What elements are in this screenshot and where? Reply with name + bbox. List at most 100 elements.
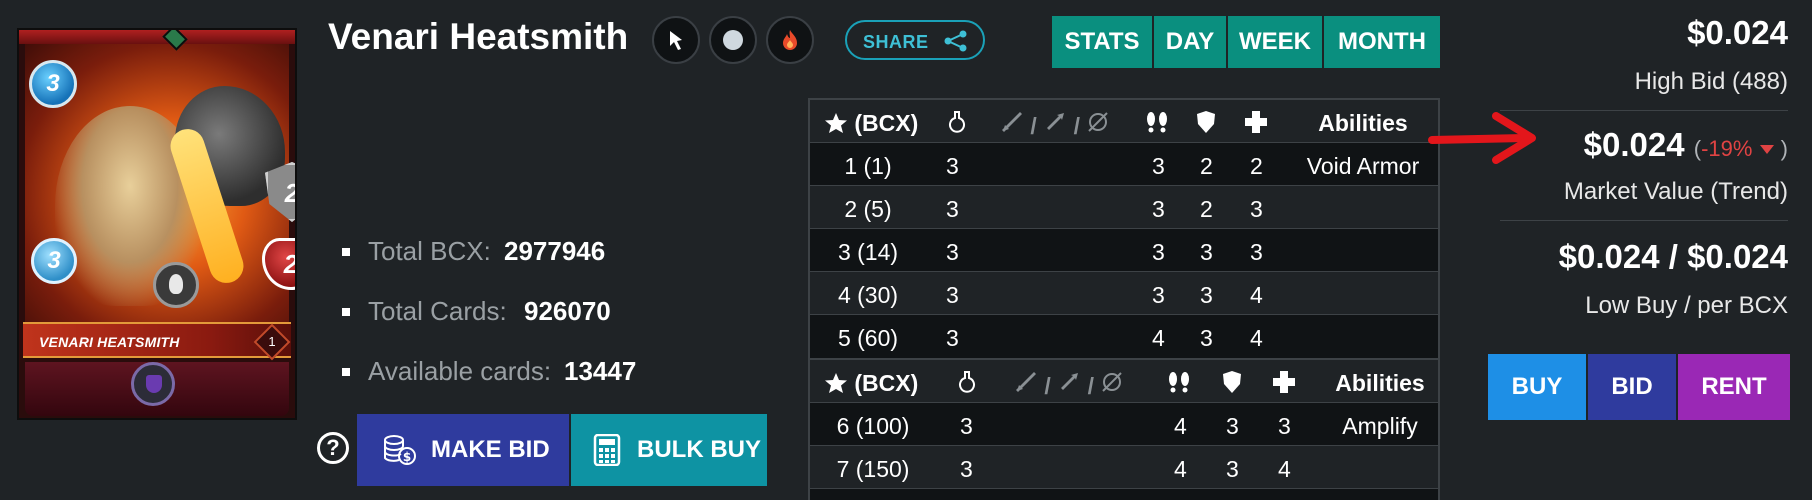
bulk-buy-button[interactable]: BULK BUY [571,414,767,486]
star-icon [825,113,847,133]
bid-button[interactable]: BID [1588,354,1676,420]
mana-header-icon [948,110,966,140]
star-icon [825,373,847,393]
table-row: 7 (150) 3 4 3 4 [810,446,1438,489]
share-icon [944,30,967,52]
tab-day[interactable]: DAY [1154,16,1226,68]
bulk-buy-label: BULK BUY [637,436,761,463]
help-icon[interactable]: ? [317,432,349,464]
attack-sep-1: / [1030,113,1037,139]
level-cell: 6 (100) [836,413,910,439]
mana-cell: 3 [946,282,959,308]
attack-header-icons: / / [1000,110,1110,140]
buy-button[interactable]: BUY [1488,354,1586,420]
card-frame-top [19,30,295,44]
card-name: VENARI HEATSMITH [39,334,180,350]
calculator-icon [593,434,621,466]
armor-cell: 2 [1200,196,1213,222]
coins-icon: $ [384,435,416,465]
attack-sep-1: / [1044,373,1051,399]
total-bcx-label: Total BCX: [368,236,491,266]
level-cell: 7 (150) [836,456,910,482]
card-title: Venari Heatsmith [328,16,629,57]
market-value-row: $0.024 (-19% ) [1584,126,1788,164]
armor-cell: 3 [1200,239,1213,265]
health-cell: 3 [1278,413,1291,439]
trend-open-paren: ( [1693,136,1702,161]
high-bid-label: High Bid (488) [1634,68,1788,95]
tab-week[interactable]: WEEK [1228,16,1322,68]
trend-percent: -19% [1701,136,1753,161]
share-label: SHARE [863,32,929,52]
speed-cell: 3 [1152,153,1165,179]
armor-cell: 2 [1200,153,1213,179]
ranged-arrow-icon [1047,113,1065,130]
divider [1500,220,1788,221]
armor-cell: 3 [1226,413,1239,439]
total-cards-value: 926070 [524,296,611,326]
stats-table-levels-6-plus: (BCX) / / Abilities 6 (100) 3 4 3 3 Ampl… [808,358,1440,500]
make-bid-button[interactable]: $ MAKE BID [357,414,569,486]
tab-stats[interactable]: STATS [1052,16,1152,68]
armor-cell: 3 [1226,456,1239,482]
table-row: 1 (1) 3 3 2 2 Void Armor [810,143,1438,186]
mana-cell: 3 [946,325,959,351]
rent-button[interactable]: RENT [1678,354,1790,420]
armor-cell: 3 [1200,282,1213,308]
total-bcx-value: 2977946 [504,236,606,266]
speed-cell: 3 [1152,196,1165,222]
bcx-header-label: (BCX) [854,370,919,396]
card-magic-attack-icon: 3 [31,238,77,284]
stats-table-levels-1-5: (BCX) / / Abilities 1 (1) 3 3 2 2 Void A… [808,98,1440,360]
fire-icon[interactable] [766,16,814,64]
divider [1500,110,1788,111]
mana-cell: 3 [946,196,959,222]
caret-down-icon [1759,145,1774,154]
attack-header-icons: / / [1014,370,1124,400]
card-armor-value: 2 [265,162,295,222]
table-header: (BCX) / / Abilities [810,360,1438,403]
health-cell: 4 [1250,325,1263,351]
available-cards-value: 13447 [564,356,637,386]
abilities-header: Abilities [1318,110,1408,136]
mana-cell: 3 [960,456,973,482]
level-cell: 3 (14) [837,239,899,265]
high-bid-price: $0.024 [1687,14,1788,51]
health-cell: 3 [1250,196,1263,222]
table-row: 6 (100) 3 4 3 3 Amplify [810,403,1438,446]
tab-month[interactable]: MONTH [1324,16,1440,68]
annotation-arrow-icon [1428,112,1536,164]
market-value-price: $0.024 [1583,126,1685,163]
table-row: 5 (60) 3 4 3 4 [810,315,1438,358]
mana-header-icon [958,370,976,400]
share-button[interactable]: SHARE [845,20,985,60]
melee-sword-icon [1002,112,1022,132]
health-cell: 2 [1250,153,1263,179]
ranged-arrow-icon[interactable] [652,16,700,64]
bullet [342,248,350,256]
bullet [342,308,350,316]
health-cell: 3 [1250,239,1263,265]
mana-cell: 3 [960,413,973,439]
speed-cell: 3 [1152,239,1165,265]
market-value-label: Market Value (Trend) [1563,178,1788,205]
void-armor-ability-icon [131,362,175,406]
bcx-header-label: (BCX) [854,110,919,136]
card-level: 1 [268,334,276,349]
armor-header-icon [1196,110,1216,140]
magic-icon [1088,112,1109,132]
magic-icon [1102,372,1123,392]
neutral-circle-icon[interactable] [709,16,757,64]
level-cell: 1 (1) [844,153,892,179]
ability-cell: Void Armor [1306,153,1420,179]
table-row-partial [810,489,1438,500]
shield-icon [146,375,162,393]
card-level-badge: 1 [253,323,291,361]
health-cell: 4 [1278,456,1291,482]
table-row: 4 (30) 3 3 3 4 [810,272,1438,315]
total-cards-label: Total Cards: [368,296,507,326]
speed-header-icon [1144,110,1170,140]
abilities-header: Abilities [1335,370,1425,396]
bcx-header: (BCX) [824,110,918,137]
speed-cell: 4 [1174,456,1187,482]
